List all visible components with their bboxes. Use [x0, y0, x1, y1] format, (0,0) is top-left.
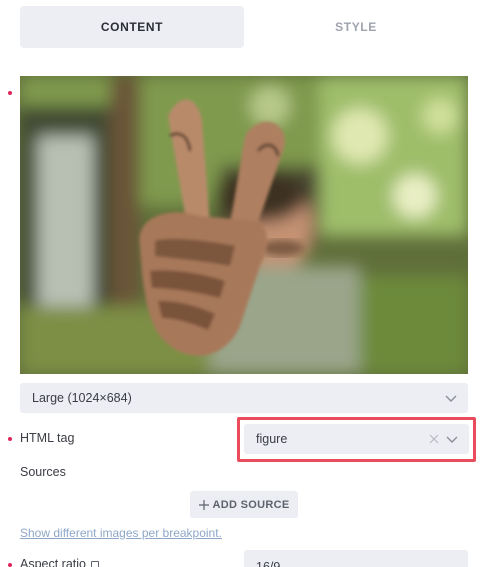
- image-preview[interactable]: [20, 76, 468, 374]
- breakpoint-help-link[interactable]: Show different images per breakpoint.: [20, 526, 222, 540]
- settings-panel: CONTENT STYLE Large (1024×684) HTML tag …: [0, 0, 488, 567]
- chevron-down-icon: [445, 395, 457, 402]
- aspect-ratio-label-row: Aspect ratio: [20, 557, 100, 567]
- clear-icon[interactable]: [429, 434, 439, 444]
- add-source-button[interactable]: ADD SOURCE: [190, 491, 298, 518]
- chevron-down-icon: [446, 436, 458, 443]
- tab-content[interactable]: CONTENT: [20, 6, 244, 48]
- panel-tabs: CONTENT STYLE: [20, 6, 468, 48]
- photo-peace-sign: [20, 76, 468, 374]
- sources-label: Sources: [20, 465, 66, 479]
- required-indicator: [8, 563, 12, 567]
- required-indicator: [8, 437, 12, 441]
- html-tag-value: figure: [256, 432, 288, 446]
- html-tag-select[interactable]: figure: [244, 424, 469, 454]
- plus-icon: [198, 499, 209, 510]
- tab-style[interactable]: STYLE: [244, 6, 468, 48]
- add-source-label: ADD SOURCE: [212, 498, 290, 511]
- image-size-value: Large (1024×684): [32, 391, 132, 405]
- html-tag-label: HTML tag: [20, 431, 75, 445]
- aspect-ratio-checkbox[interactable]: [91, 560, 100, 567]
- required-indicator: [8, 91, 12, 95]
- aspect-ratio-input[interactable]: 16/9: [244, 550, 468, 567]
- image-size-select[interactable]: Large (1024×684): [20, 383, 468, 413]
- aspect-ratio-label: Aspect ratio: [20, 557, 87, 567]
